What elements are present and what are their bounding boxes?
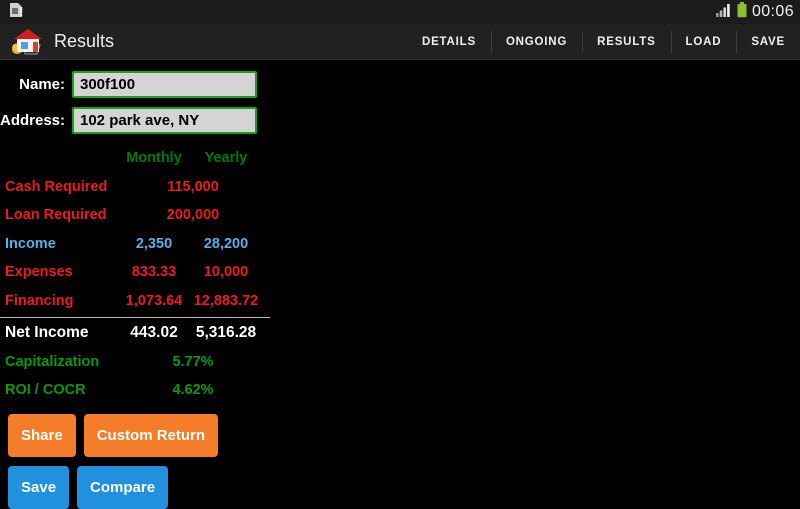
row-yearly-net-income: 5,316.28	[195, 324, 257, 342]
status-bar: 00:06	[0, 0, 800, 24]
name-label: Name:	[19, 76, 65, 93]
battery-full-icon	[737, 1, 747, 23]
table-row: Financing 1,073.64 12,883.72	[0, 287, 272, 316]
row-value-capitalization: 5.77%	[172, 353, 214, 370]
row-label-roi-cocr: ROI / COCR	[5, 382, 86, 399]
row-monthly-net-income: 443.02	[130, 324, 178, 342]
row-yearly-expenses: 10,000	[203, 264, 249, 281]
table-header-row: Monthly Yearly	[0, 144, 272, 173]
table-row: Cash Required 115,000	[0, 173, 272, 202]
address-input[interactable]	[72, 107, 257, 134]
menu-item-results[interactable]: RESULTS	[582, 24, 670, 60]
row-label-net-income: Net Income	[5, 324, 89, 342]
name-input[interactable]	[72, 71, 257, 98]
row-label-financing: Financing	[5, 292, 74, 309]
action-bar-menu: DETAILS ONGOING RESULTS LOAD SAVE	[407, 24, 800, 60]
sim-card-alert-icon	[9, 2, 23, 23]
status-indicators: 00:06	[715, 0, 794, 24]
row-label-cash-required: Cash Required	[5, 178, 108, 195]
primary-button-row: Share Custom Return	[0, 413, 800, 457]
menu-item-ongoing[interactable]: ONGOING	[490, 24, 582, 60]
header-yearly: Yearly	[204, 150, 248, 167]
page-title: Results	[54, 31, 115, 51]
row-label-capitalization: Capitalization	[5, 353, 100, 370]
signal-bars-icon	[715, 3, 732, 22]
row-label-income: Income	[5, 235, 56, 252]
property-form: Name: Address:	[0, 60, 800, 136]
row-yearly-financing: 12,883.72	[193, 292, 259, 309]
row-value-loan-required: 200,000	[166, 207, 220, 224]
menu-item-details[interactable]: DETAILS	[407, 24, 491, 60]
row-monthly-financing: 1,073.64	[125, 292, 183, 309]
name-field-row: Name:	[0, 69, 800, 100]
menu-item-load[interactable]: LOAD	[670, 24, 737, 60]
table-row: Net Income 443.02 5,316.28	[0, 319, 272, 348]
address-field-row: Address:	[0, 105, 800, 136]
row-monthly-income: 2,350	[135, 235, 173, 252]
net-income-divider	[0, 317, 270, 318]
header-monthly: Monthly	[126, 150, 182, 167]
house-with-coins-icon	[8, 26, 46, 58]
secondary-button-row: Save Compare	[0, 465, 800, 509]
row-label-loan-required: Loan Required	[5, 207, 107, 224]
table-row: Capitalization 5.77%	[0, 348, 272, 377]
table-row: Income 2,350 28,200	[0, 230, 272, 259]
results-table: Monthly Yearly Cash Required 115,000 Loa…	[0, 144, 272, 405]
menu-item-save[interactable]: SAVE	[736, 24, 800, 60]
table-row: Loan Required 200,000	[0, 201, 272, 230]
table-row: ROI / COCR 4.62%	[0, 376, 272, 405]
table-row: Expenses 833.33 10,000	[0, 258, 272, 287]
row-yearly-income: 28,200	[203, 235, 249, 252]
address-label: Address:	[0, 112, 66, 129]
save-button[interactable]: Save	[8, 465, 70, 509]
custom-return-button[interactable]: Custom Return	[83, 413, 219, 457]
row-value-roi-cocr: 4.62%	[172, 382, 214, 399]
row-monthly-expenses: 833.33	[131, 264, 177, 281]
row-value-cash-required: 115,000	[167, 178, 219, 195]
compare-button[interactable]: Compare	[77, 465, 169, 509]
status-clock: 00:06	[751, 3, 794, 20]
action-bar: Results DETAILS ONGOING RESULTS LOAD SAV…	[0, 24, 800, 60]
share-button[interactable]: Share	[8, 413, 76, 457]
row-label-expenses: Expenses	[5, 264, 73, 281]
